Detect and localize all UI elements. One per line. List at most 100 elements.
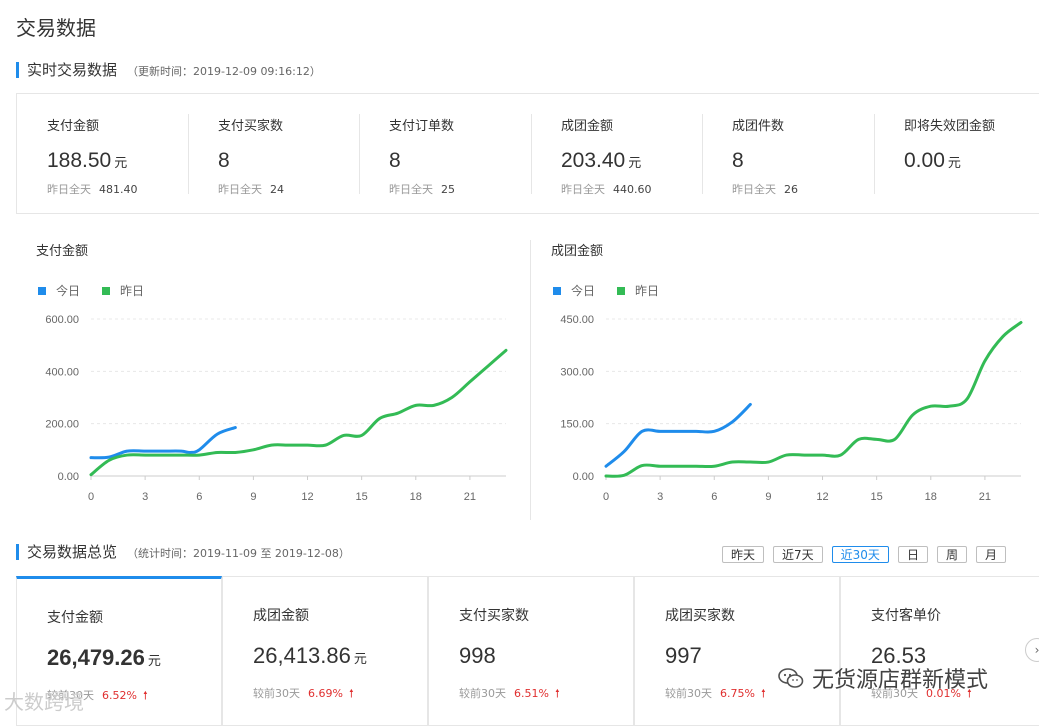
x-tick-label: 15 (871, 491, 883, 503)
y-tick-label: 150.00 (560, 419, 594, 431)
range-7d-button[interactable]: 近7天 (773, 546, 823, 563)
up-arrow-icon: 🠕 (554, 687, 560, 700)
series-line-today (604, 402, 752, 468)
card-compare: 较前30天 6.69% 🠕 (253, 687, 354, 700)
metric-value: 8 (732, 149, 744, 172)
range-selector: 昨天 近7天 近30天 日 周 月 (722, 546, 1006, 563)
card-label: 支付金额 (47, 610, 103, 626)
y-tick-label: 600.00 (45, 314, 79, 326)
card-label: 支付客单价 (871, 608, 941, 624)
metric-pay-amount: 支付金额 188.50 元 昨日全天 481.40 (17, 94, 188, 214)
metric-yesterday: 昨日全天 24 (218, 183, 284, 196)
card-compare: 较前30天 6.75% 🠕 (665, 687, 766, 700)
x-tick-label: 0 (88, 491, 94, 503)
x-tick-label: 6 (711, 491, 717, 503)
range-month-button[interactable]: 月 (975, 546, 1006, 563)
wechat-icon (778, 668, 804, 688)
card-value: 997 (665, 643, 702, 668)
series-line-yesterday (604, 320, 1023, 478)
metric-label: 成团件数 (732, 119, 785, 134)
watermark-text: 无货源店群新模式 (812, 668, 989, 693)
x-tick-label: 12 (301, 491, 313, 503)
page-title: 交易数据 (16, 16, 96, 40)
x-tick-label: 18 (925, 491, 937, 503)
y-tick-label: 0.00 (573, 471, 594, 483)
metric-pay-orders: 支付订单数 8 昨日全天 25 (359, 94, 530, 214)
realtime-title: 实时交易数据 (27, 61, 118, 79)
metric-value: 203.40 元 (561, 149, 642, 172)
divider (188, 114, 189, 194)
metric-group-items: 成团件数 8 昨日全天 26 (702, 94, 873, 214)
metric-pay-buyers: 支付买家数 8 昨日全天 24 (188, 94, 359, 214)
metric-value: 8 (389, 149, 401, 172)
x-tick-label: 9 (765, 491, 771, 503)
overview-cards: 支付金额 26,479.26 元 较前30天 6.52% 🠕 成团金额 26,413.… (16, 576, 1039, 726)
metric-label: 成团金额 (561, 119, 614, 134)
card-label: 成团买家数 (665, 608, 735, 624)
realtime-metrics-panel: 支付金额 188.50 元 昨日全天 481.40 支付买家数 8 昨日全天 24 支… (16, 93, 1039, 214)
card-compare: 较前30天 6.51% 🠕 (459, 687, 560, 700)
card-value: 26,413.86 元 (253, 643, 367, 668)
group-amount-chart: 成团金额 今日 昨日 0.00 150.00 300.00 450.00 0 3 6 9 12 1… (531, 232, 1031, 522)
divider (874, 114, 875, 194)
overview-title: 交易数据总览 (27, 543, 118, 561)
metric-label: 支付金额 (47, 119, 100, 134)
metric-group-amount: 成团金额 203.40 元 昨日全天 440.60 (531, 94, 702, 214)
section-accent-bar (16, 61, 19, 78)
card-group-amount[interactable]: 成团金额 26,413.86 元 较前30天 6.69% 🠕 (222, 576, 428, 726)
x-tick-label: 21 (464, 491, 476, 503)
y-tick-label: 200.00 (45, 419, 79, 431)
card-pay-buyers[interactable]: 支付买家数 998 较前30天 6.51% 🠕 (428, 576, 634, 726)
divider (702, 114, 703, 194)
card-value: 998 (459, 643, 496, 668)
range-week-button[interactable]: 周 (936, 546, 967, 563)
metric-expiring-group-amount: 即将失效团金额 0.00 元 (874, 94, 1039, 214)
watermark-left: 大数跨境 (4, 690, 84, 714)
metric-value: 0.00 元 (904, 149, 961, 172)
range-yesterday-button[interactable]: 昨天 (722, 546, 765, 563)
card-value: 26,479.26 元 (47, 645, 161, 670)
card-group-buyers[interactable]: 成团买家数 997 较前30天 6.75% 🠕 (634, 576, 840, 726)
card-label: 支付买家数 (459, 608, 529, 624)
realtime-section-header: 实时交易数据 （更新时间：2019-12-09 09:16:12） (16, 59, 321, 80)
stat-time: （统计时间：2019-11-09 至 2019-12-08） (127, 547, 350, 560)
metric-yesterday: 昨日全天 26 (732, 183, 798, 196)
x-tick-label: 6 (196, 491, 202, 503)
divider (531, 114, 532, 194)
up-arrow-icon: 🠕 (348, 687, 354, 700)
section-accent-bar (16, 543, 19, 560)
metric-label: 支付订单数 (389, 119, 455, 134)
metric-value: 8 (218, 149, 230, 172)
watermark-right: 无货源店群新模式 (778, 662, 988, 694)
divider (359, 114, 360, 194)
x-tick-label: 9 (250, 491, 256, 503)
card-label: 成团金额 (253, 608, 309, 624)
range-day-button[interactable]: 日 (897, 546, 928, 563)
x-tick-label: 21 (979, 491, 991, 503)
metric-value: 188.50 元 (47, 149, 128, 172)
chart-canvas: 0.00 200.00 400.00 600.00 0 3 6 9 12 15 18 21 (45, 314, 508, 503)
metric-yesterday: 昨日全天 440.60 (561, 183, 652, 196)
metric-label: 支付买家数 (218, 119, 284, 134)
x-tick-label: 3 (142, 491, 148, 503)
metric-label: 即将失效团金额 (904, 119, 996, 134)
card-avg-order-value[interactable]: 支付客单价 26.53 较前30天 0.01% 🠕 (840, 576, 1039, 726)
y-tick-label: 450.00 (560, 314, 594, 326)
y-tick-label: 300.00 (560, 366, 594, 378)
x-tick-label: 15 (356, 491, 368, 503)
metric-yesterday: 昨日全天 25 (389, 183, 455, 196)
x-tick-label: 12 (816, 491, 828, 503)
up-arrow-icon: 🠕 (142, 689, 148, 702)
metric-yesterday: 昨日全天 481.40 (47, 183, 138, 196)
series-line-yesterday (89, 348, 508, 477)
pay-amount-chart: 支付金额 今日 昨日 0.00 200.00 400.00 600.00 0 3 6 9 12 1… (16, 232, 516, 522)
y-tick-label: 0.00 (58, 471, 79, 483)
x-tick-label: 0 (603, 491, 609, 503)
x-tick-label: 18 (410, 491, 422, 503)
chart-canvas: 0.00 150.00 300.00 450.00 0 3 6 9 12 15 18 21 (560, 314, 1023, 503)
x-tick-label: 3 (657, 491, 663, 503)
up-arrow-icon: 🠕 (760, 687, 766, 700)
range-30d-button[interactable]: 近30天 (831, 546, 889, 563)
update-time: （更新时间：2019-12-09 09:16:12） (127, 65, 321, 78)
y-tick-label: 400.00 (45, 366, 79, 378)
